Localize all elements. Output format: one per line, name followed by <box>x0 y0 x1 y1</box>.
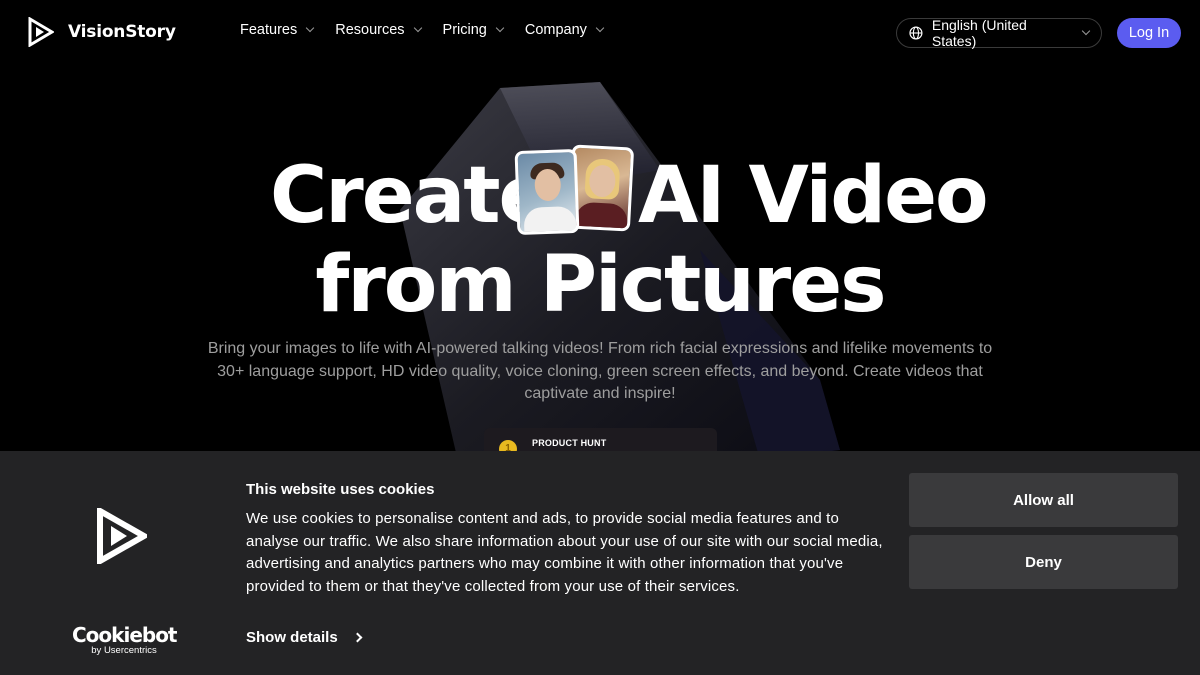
cookiebot-sub: by Usercentrics <box>91 645 157 656</box>
menu-features-label: Features <box>240 22 298 38</box>
hero-title-line2: from Pictures <box>315 240 886 330</box>
cookiebot-name: Cookiebot <box>72 623 178 647</box>
top-navigation: VisionStory Features Resources Pricing C… <box>0 0 1200 66</box>
hero-title-word-create: Create <box>270 151 551 241</box>
main-menu: Features Resources Pricing Company <box>240 22 605 38</box>
show-details-label: Show details <box>246 629 338 646</box>
brand-logo[interactable]: VisionStory <box>28 17 176 47</box>
man-photo <box>514 148 580 236</box>
cookie-text: We use cookies to personalise content an… <box>246 510 883 595</box>
menu-resources[interactable]: Resources <box>335 22 422 38</box>
cookiebot-logo[interactable]: Cookiebot by Usercentrics <box>72 623 178 656</box>
cookie-title: This website uses cookies <box>246 481 435 498</box>
hero-title-word-ai-video: AI Video <box>638 151 989 241</box>
deny-button[interactable]: Deny <box>909 535 1178 589</box>
brand-name: VisionStory <box>68 22 176 42</box>
chevron-down-icon <box>495 23 505 33</box>
allow-all-button[interactable]: Allow all <box>909 473 1178 527</box>
hero-description: Bring your images to life with AI-powere… <box>207 340 993 402</box>
menu-company-label: Company <box>524 22 587 38</box>
menu-features[interactable]: Features <box>240 22 315 38</box>
menu-pricing[interactable]: Pricing <box>442 22 505 38</box>
chevron-down-icon <box>413 23 422 33</box>
show-details-link[interactable]: Show details <box>246 629 363 646</box>
chevron-right-icon <box>352 632 363 643</box>
language-label: English (United States) <box>931 17 1027 49</box>
language-selector[interactable]: English (United States) <box>896 17 1102 49</box>
globe-icon <box>909 26 923 40</box>
menu-company[interactable]: Company <box>524 22 605 38</box>
menu-pricing-label: Pricing <box>442 22 487 38</box>
visionstory-logo-icon <box>97 508 147 564</box>
menu-resources-label: Resources <box>335 22 405 38</box>
login-button[interactable]: Log In <box>1117 18 1181 48</box>
visionstory-logo-icon <box>28 17 54 47</box>
hero-photo-stack <box>514 144 636 238</box>
chevron-down-icon <box>305 23 315 33</box>
product-hunt-label: PRODUCT HUNT <box>532 438 607 448</box>
chevron-down-icon <box>595 23 605 33</box>
cookie-banner: Cookiebot by Usercentrics This website u… <box>0 451 1200 675</box>
chevron-down-icon <box>1081 26 1091 36</box>
